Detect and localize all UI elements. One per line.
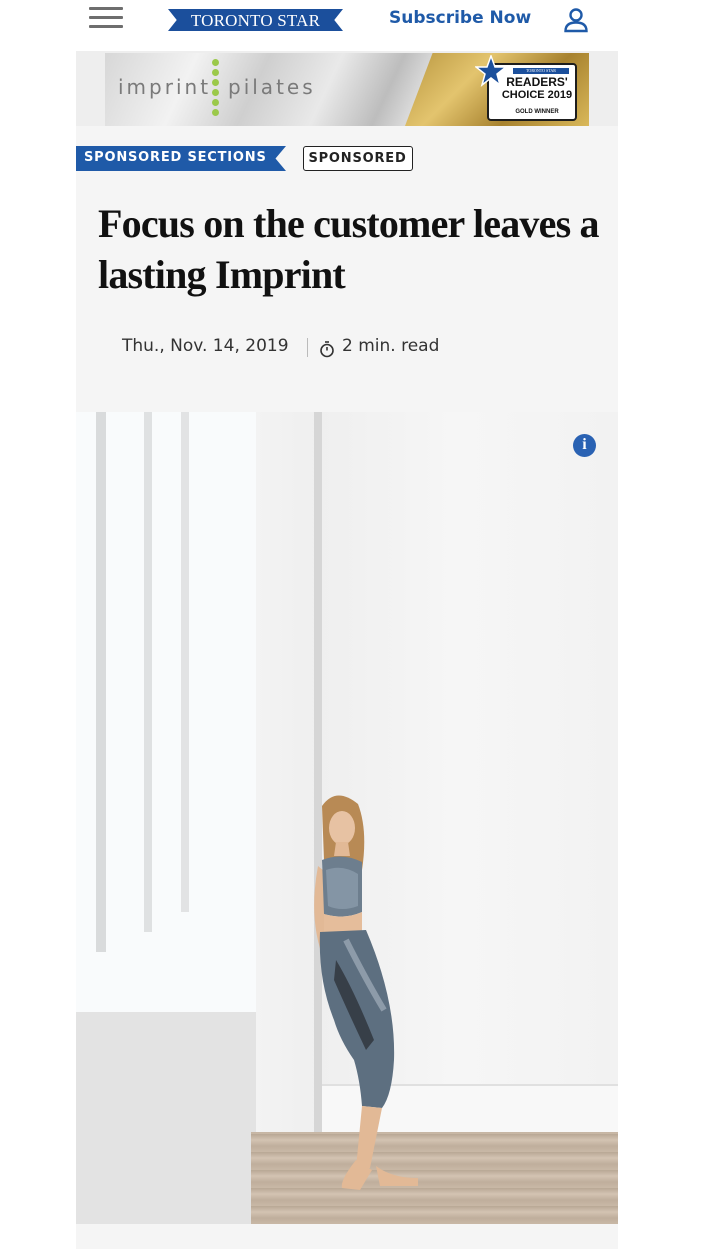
article-headline: Focus on the customer leaves a lasting I… [98,201,600,297]
ad-logo-dots [212,59,220,117]
publish-date: Thu., Nov. 14, 2019 [122,336,289,356]
badge-top-logo: TORONTO STAR [513,68,569,74]
badge-line-2: CHOICE 2019 [501,89,573,101]
star-icon [475,55,507,87]
toronto-star-logo[interactable]: TORONTO STAR [168,9,343,31]
info-icon[interactable]: i [573,434,596,457]
subscribe-now-link[interactable]: Subscribe Now [389,8,531,28]
imprint-pilates-ad[interactable]: imprint pilates TORONTO STAR READERS' CH… [105,53,589,126]
top-nav-bar: TORONTO STAR Subscribe Now [0,0,702,40]
read-time: 2 min. read [342,336,440,356]
meta-divider [307,338,308,357]
badge-line-3: GOLD WINNER [515,109,559,115]
sponsored-badge-text: SPONSORED [308,151,407,166]
article-hero-photo[interactable] [76,412,618,1224]
photo-woman-figure [314,795,418,1190]
stopwatch-icon [320,341,334,358]
user-account-icon[interactable] [563,7,589,33]
badge-line-1: READERS' [506,75,568,89]
below-photo-strip [76,1224,618,1249]
sponsored-sections-tag[interactable]: SPONSORED SECTIONS [76,146,286,171]
hamburger-menu-icon[interactable] [89,7,123,29]
logo-text: TORONTO STAR [190,11,321,30]
ad-brand-pilates: pilates [228,75,316,99]
section-label-text: SPONSORED SECTIONS [84,150,267,165]
info-icon-glyph: i [582,436,587,453]
sponsored-badge: SPONSORED [303,146,413,171]
ad-brand-imprint: imprint [118,75,212,99]
